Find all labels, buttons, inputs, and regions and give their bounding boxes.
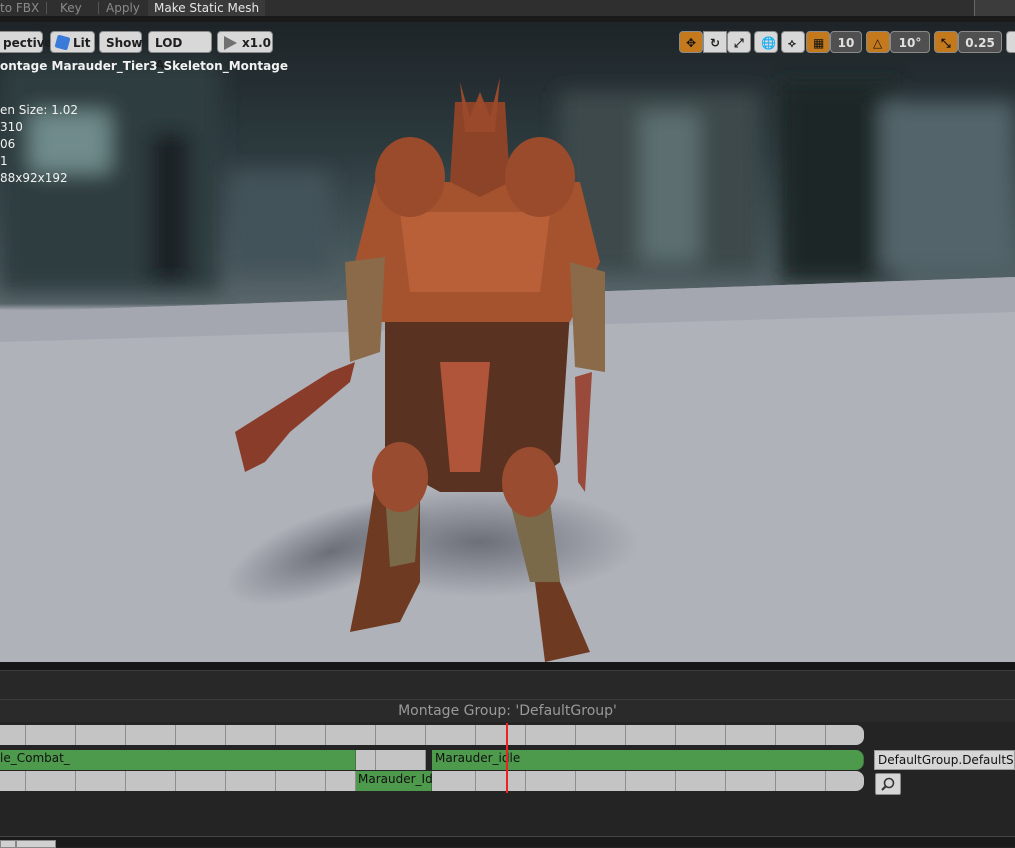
bottom-splitter bbox=[0, 836, 1015, 847]
track-cell bbox=[76, 771, 126, 791]
scale-snap-icon[interactable]: ⤡ bbox=[934, 31, 958, 53]
track-cell bbox=[726, 725, 776, 745]
track-cell bbox=[826, 771, 864, 791]
track-cell bbox=[326, 725, 376, 745]
window-corner-button[interactable] bbox=[974, 0, 1015, 16]
key-button[interactable]: Key bbox=[54, 0, 88, 16]
track-cell bbox=[0, 771, 26, 791]
grid-snap-icon[interactable]: ▦ bbox=[806, 31, 830, 53]
track-cell bbox=[226, 771, 276, 791]
montage-group-header: Montage Group: 'DefaultGroup' bbox=[0, 699, 1015, 722]
search-icon bbox=[881, 777, 895, 791]
playhead-marker[interactable] bbox=[506, 723, 508, 793]
playback-speed-button[interactable]: x1.0 bbox=[217, 31, 273, 53]
track-cell bbox=[526, 725, 576, 745]
toolbar-divider bbox=[98, 2, 99, 14]
stat-line: 310 bbox=[0, 120, 23, 134]
track-cell bbox=[676, 771, 726, 791]
viewport-asset-title: ontage Marauder_Tier3_Skeleton_Montage bbox=[0, 59, 288, 73]
apply-button[interactable]: Apply bbox=[100, 0, 146, 16]
track-cell bbox=[426, 725, 476, 745]
track-cell bbox=[626, 771, 676, 791]
animation-viewport[interactable]: pective Lit Show LOD Auto x1.0 ✥ ↻ ⤢ 🌐 ⟡… bbox=[0, 22, 1015, 662]
track-cell bbox=[276, 771, 326, 791]
lod-button[interactable]: LOD Auto bbox=[148, 31, 212, 72]
track-cell bbox=[826, 725, 864, 745]
track-cell bbox=[776, 725, 826, 745]
track-cell bbox=[676, 725, 726, 745]
track-cell bbox=[776, 771, 826, 791]
perspective-button[interactable]: pective bbox=[0, 31, 53, 53]
surface-snap-icon[interactable]: ⟡ bbox=[781, 31, 805, 53]
world-space-icon[interactable]: 🌐 bbox=[754, 31, 778, 53]
stat-line: 06 bbox=[0, 137, 16, 151]
panel-splitter[interactable] bbox=[0, 662, 1015, 671]
track-cell bbox=[376, 750, 426, 770]
track-cell bbox=[176, 725, 226, 745]
lit-button[interactable]: Lit bbox=[50, 31, 95, 53]
asset-toolbar: to FBX Key Apply Make Static Mesh bbox=[0, 0, 1015, 16]
grid-snap-value[interactable]: 10 bbox=[830, 31, 862, 53]
play-speed-icon bbox=[224, 36, 237, 50]
clip-marauder-idle[interactable]: Marauder_idle bbox=[432, 750, 864, 770]
lit-button-label: Lit bbox=[73, 36, 91, 50]
toolbar-divider bbox=[46, 2, 47, 14]
slot-name-dropdown[interactable]: DefaultGroup.DefaultSlot bbox=[874, 750, 1015, 770]
scale-tool-icon[interactable]: ⤢ bbox=[727, 31, 751, 53]
show-button[interactable]: Show bbox=[99, 31, 143, 53]
track-cell bbox=[726, 771, 776, 791]
translate-tool-icon[interactable]: ✥ bbox=[679, 31, 703, 53]
track-cell bbox=[526, 771, 576, 791]
track-cell bbox=[276, 725, 326, 745]
make-static-mesh-button[interactable]: Make Static Mesh bbox=[148, 0, 266, 16]
stat-screen-size: en Size: 1.02 bbox=[0, 103, 79, 117]
montage-section-bar bbox=[0, 671, 1015, 700]
track-cell bbox=[126, 725, 176, 745]
track-cell bbox=[226, 725, 276, 745]
stat-line: 1 bbox=[0, 154, 8, 168]
montage-section-track[interactable] bbox=[0, 725, 864, 745]
slot-search-button[interactable] bbox=[875, 773, 901, 795]
clip-marauder-idle-2[interactable]: Marauder_Id bbox=[356, 771, 433, 791]
slot-track-row-1[interactable]: le_Combat_ Marauder_idle bbox=[0, 750, 864, 770]
stat-bounds: 88x92x192 bbox=[0, 171, 68, 185]
track-cell bbox=[576, 725, 626, 745]
track-cell bbox=[0, 725, 26, 745]
clip-marauder-idle-2-label: Marauder_Id bbox=[358, 772, 433, 786]
track-cell bbox=[476, 725, 526, 745]
track-cell bbox=[626, 725, 676, 745]
track-cell bbox=[576, 771, 626, 791]
rotation-snap-icon[interactable]: △ bbox=[866, 31, 890, 53]
track-cell bbox=[126, 771, 176, 791]
track-cell bbox=[76, 725, 126, 745]
playback-speed-label: x1.0 bbox=[242, 36, 271, 50]
rotation-snap-value[interactable]: 10° bbox=[890, 31, 930, 53]
slot-track-row-2[interactable]: Marauder_Id bbox=[0, 771, 864, 791]
clip-idle-combat[interactable]: le_Combat_ bbox=[0, 750, 356, 770]
track-cell bbox=[26, 725, 76, 745]
bottom-tab[interactable] bbox=[0, 840, 16, 848]
track-cell bbox=[26, 771, 76, 791]
export-fbx-button[interactable]: to FBX bbox=[0, 0, 45, 16]
scale-snap-value[interactable]: 0.25 bbox=[958, 31, 1002, 53]
lit-cube-icon bbox=[54, 34, 71, 51]
track-cell bbox=[326, 771, 356, 791]
viewport-layout-button[interactable] bbox=[1006, 31, 1015, 53]
bottom-tab[interactable] bbox=[16, 840, 56, 848]
clip-idle-combat-label: le_Combat_ bbox=[0, 751, 70, 765]
track-cell bbox=[376, 725, 426, 745]
track-cell bbox=[356, 750, 376, 770]
track-cell bbox=[432, 771, 476, 791]
rotate-tool-icon[interactable]: ↻ bbox=[703, 31, 727, 53]
track-cell bbox=[476, 771, 526, 791]
track-cell bbox=[176, 771, 226, 791]
viewport-scene bbox=[0, 62, 1015, 662]
